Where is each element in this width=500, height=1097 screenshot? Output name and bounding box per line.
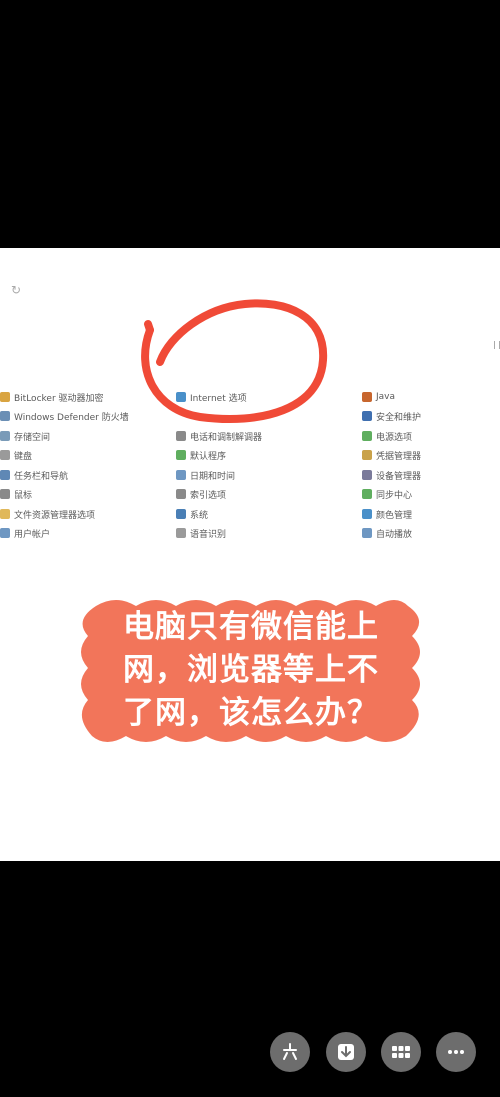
bitlocker-icon	[0, 392, 10, 402]
cp-item-credential: 凭据管理器	[362, 447, 421, 463]
phone-modem-icon	[176, 431, 186, 441]
cp-item-bitlocker: BitLocker 驱动器加密	[0, 389, 104, 405]
user-accounts-icon	[0, 528, 10, 538]
internet-options-icon	[176, 392, 186, 402]
mouse-icon	[0, 489, 10, 499]
cp-item-power: 电源选项	[362, 428, 412, 444]
flag-icon	[362, 411, 372, 421]
cp-item-internet-options: Internet 选项	[176, 389, 247, 405]
cp-item-system: 系统	[176, 506, 208, 522]
storage-icon	[0, 431, 10, 441]
download-button[interactable]	[326, 1032, 366, 1072]
cp-item-mouse: 鼠标	[0, 486, 32, 502]
cp-item-file-explorer: 文件资源管理器选项	[0, 506, 95, 522]
share-icon	[283, 1043, 297, 1060]
cp-item-phone-modem: 电话和调制解调器	[176, 428, 262, 444]
cp-item-firewall: Windows Defender 防火墙	[0, 408, 129, 424]
date-time-icon	[176, 470, 186, 480]
more-icon	[448, 1050, 464, 1054]
banner-line-3: 了网，该怎么办？	[123, 695, 379, 731]
cp-item-default-programs: 默认程序	[176, 447, 226, 463]
cp-item-taskbar: 任务栏和导航	[0, 467, 68, 483]
banner-text: 电脑只有微信能上 网，浏览器等上不 了网，该怎么办？	[90, 606, 412, 735]
power-icon	[362, 431, 372, 441]
refresh-icon: ↻	[11, 283, 22, 297]
sync-icon	[362, 489, 372, 499]
banner-line-2: 网，浏览器等上不	[123, 652, 379, 688]
cp-item-java: Java	[362, 389, 395, 405]
cp-item-autoplay: 自动播放	[362, 525, 412, 541]
scroll-edge	[494, 341, 500, 349]
microphone-icon	[176, 528, 186, 538]
cp-item-device-manager: 设备管理器	[362, 467, 421, 483]
cp-item-keyboard: 键盘	[0, 447, 32, 463]
cp-item-security: 安全和维护	[362, 408, 421, 424]
screenshot-control-panel	[0, 248, 500, 861]
taskbar-icon	[0, 470, 10, 480]
title-banner: 电脑只有微信能上 网，浏览器等上不 了网，该怎么办？	[78, 598, 423, 744]
share-button[interactable]	[270, 1032, 310, 1072]
java-icon	[362, 392, 372, 402]
banner-line-1: 电脑只有微信能上	[123, 609, 379, 645]
firewall-icon	[0, 411, 10, 421]
cp-item-sync: 同步中心	[362, 486, 412, 502]
cp-item-date-time: 日期和时间	[176, 467, 235, 483]
grid-button[interactable]	[381, 1032, 421, 1072]
grid-icon	[392, 1046, 410, 1058]
default-programs-icon	[176, 450, 186, 460]
download-icon	[338, 1044, 354, 1060]
cp-item-color: 颜色管理	[362, 506, 412, 522]
credential-icon	[362, 450, 372, 460]
cp-item-user-accounts: 用户帐户	[0, 525, 50, 541]
device-manager-icon	[362, 470, 372, 480]
folder-icon	[0, 509, 10, 519]
more-button[interactable]	[436, 1032, 476, 1072]
system-icon	[176, 509, 186, 519]
cp-item-storage: 存储空间	[0, 428, 50, 444]
indexing-icon	[176, 489, 186, 499]
cp-item-indexing: 索引选项	[176, 486, 226, 502]
autoplay-icon	[362, 528, 372, 538]
color-icon	[362, 509, 372, 519]
keyboard-icon	[0, 450, 10, 460]
cp-item-speech: 语音识别	[176, 525, 226, 541]
